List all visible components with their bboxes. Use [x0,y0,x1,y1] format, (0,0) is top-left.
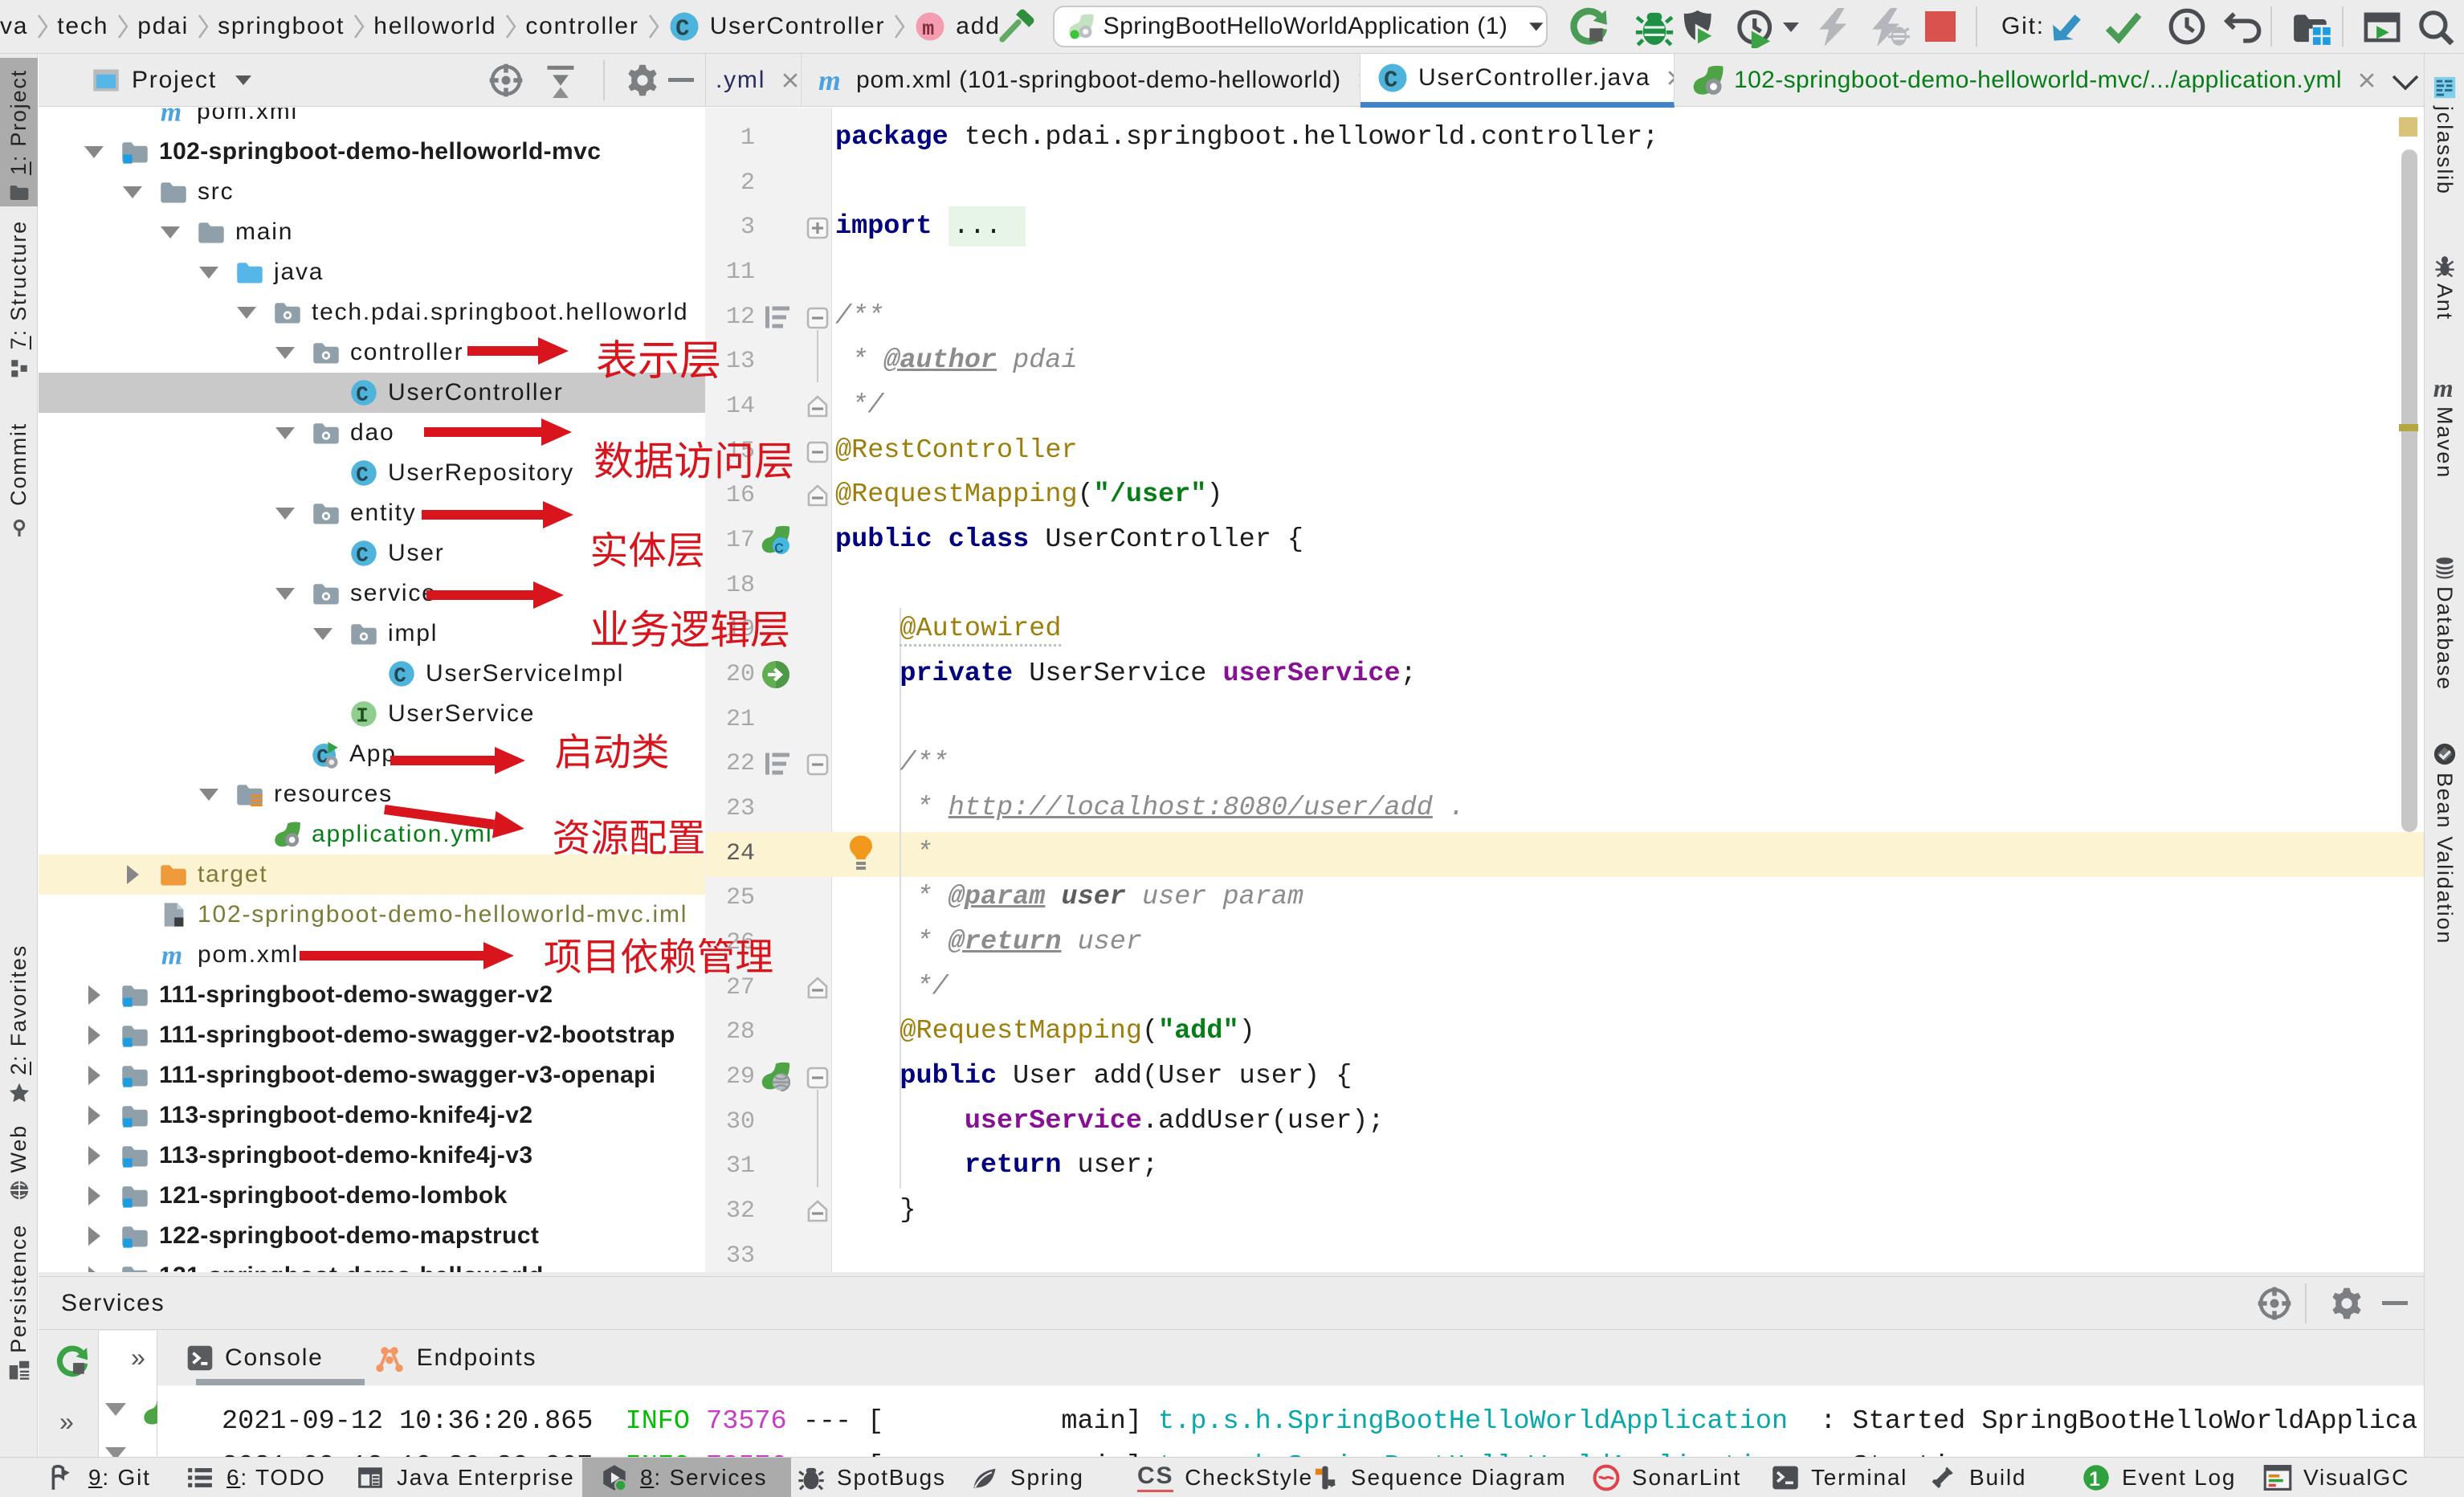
svg-text:m: m [2433,376,2456,402]
svg-text:m: m [923,18,939,41]
svg-text:1: 1 [2089,1468,2103,1490]
svg-text:c: c [774,539,788,557]
